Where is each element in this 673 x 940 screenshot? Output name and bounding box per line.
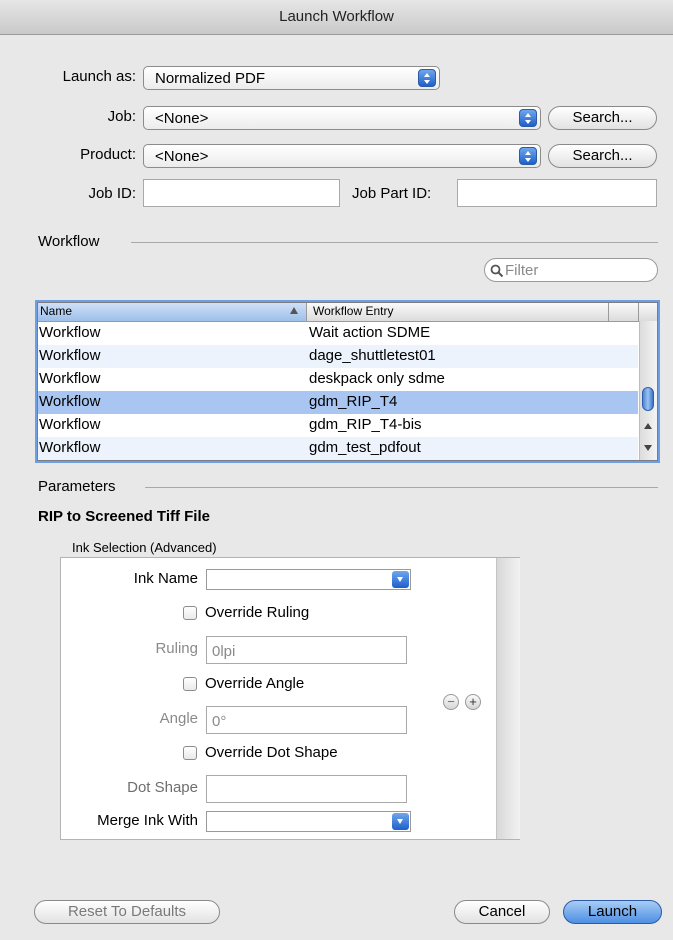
override-dot-shape-checkbox[interactable]: [183, 746, 197, 760]
workflow-table[interactable]: Name Workflow Entry Workflow Wait action…: [37, 302, 658, 461]
column-divider: [608, 303, 609, 321]
filter-search-field[interactable]: Filter: [484, 258, 658, 282]
launch-as-value: Normalized PDF: [155, 70, 266, 87]
popup-arrows-icon: [519, 109, 537, 127]
sort-ascending-icon: [290, 307, 298, 314]
job-label: Job:: [107, 108, 136, 125]
add-ink-button[interactable]: +: [465, 694, 481, 710]
job-part-id-label: Job Part ID:: [352, 185, 432, 202]
product-search-button[interactable]: Search...: [548, 144, 657, 168]
parameters-separator: [145, 487, 658, 488]
job-id-label: Job ID:: [88, 185, 136, 202]
override-dot-shape-label: Override Dot Shape: [205, 744, 338, 761]
column-header-workflow-entry[interactable]: Workflow Entry: [313, 304, 393, 318]
ruling-label: Ruling: [155, 640, 198, 657]
cancel-button[interactable]: Cancel: [454, 900, 550, 924]
table-row[interactable]: Workflow Wait action SDME: [38, 322, 638, 345]
parameters-section-label: Parameters: [38, 478, 116, 495]
ink-name-popup[interactable]: [206, 569, 411, 590]
merge-ink-popup[interactable]: [206, 811, 411, 832]
table-row-selected[interactable]: Workflow gdm_RIP_T4: [38, 391, 638, 414]
table-row[interactable]: Workflow gdm_RIP_T4-bis: [38, 414, 638, 437]
table-header: Name Workflow Entry: [38, 303, 657, 322]
remove-ink-button[interactable]: −: [443, 694, 459, 710]
table-row[interactable]: Workflow gdm_test_pdfout: [38, 437, 638, 460]
dot-shape-field[interactable]: [206, 775, 407, 803]
job-id-field[interactable]: [143, 179, 340, 207]
scroll-up-arrow-icon[interactable]: [644, 423, 652, 429]
window-title: Launch Workflow: [279, 8, 394, 25]
ink-name-label: Ink Name: [133, 570, 198, 587]
job-search-button[interactable]: Search...: [548, 106, 657, 130]
merge-ink-label: Merge Ink With: [97, 812, 198, 829]
launch-button[interactable]: Launch: [563, 900, 662, 924]
angle-label: Angle: [159, 710, 198, 727]
title-bar: Launch Workflow: [0, 0, 673, 35]
table-scrollbar[interactable]: [639, 321, 657, 460]
job-popup[interactable]: <None>: [143, 106, 541, 130]
override-angle-checkbox[interactable]: [183, 677, 197, 691]
chevron-down-icon: [392, 571, 409, 588]
launch-as-label: Launch as:: [62, 68, 136, 85]
popup-arrows-icon: [418, 69, 436, 87]
table-row[interactable]: Workflow deskpack only sdme: [38, 368, 638, 391]
search-icon: [490, 264, 504, 278]
reset-to-defaults-button[interactable]: Reset To Defaults: [34, 900, 220, 924]
ruling-field[interactable]: 0lpi: [206, 636, 407, 664]
ink-panel-scrollbar[interactable]: [496, 558, 520, 839]
scrollbar-thumb[interactable]: [642, 387, 654, 411]
workflow-section-label: Workflow: [38, 233, 100, 250]
chevron-down-icon: [392, 813, 409, 830]
scroll-down-arrow-icon[interactable]: [644, 445, 652, 451]
product-popup[interactable]: <None>: [143, 144, 541, 168]
table-row[interactable]: Workflow dage_shuttletest01: [38, 345, 638, 368]
popup-arrows-icon: [519, 147, 537, 165]
parameters-heading: RIP to Screened Tiff File: [38, 508, 210, 525]
job-value: <None>: [155, 110, 209, 127]
launch-as-popup[interactable]: Normalized PDF: [143, 66, 440, 90]
override-ruling-checkbox[interactable]: [183, 606, 197, 620]
angle-field[interactable]: 0°: [206, 706, 407, 734]
column-header-name[interactable]: Name: [38, 303, 307, 321]
product-value: <None>: [155, 148, 209, 165]
dot-shape-label: Dot Shape: [127, 779, 198, 796]
ink-group-label: Ink Selection (Advanced): [72, 540, 217, 555]
filter-placeholder: Filter: [505, 262, 539, 279]
override-angle-label: Override Angle: [205, 675, 305, 692]
override-ruling-label: Override Ruling: [205, 604, 310, 621]
product-label: Product:: [80, 146, 136, 163]
column-divider: [638, 303, 639, 321]
job-part-id-field[interactable]: [457, 179, 657, 207]
workflow-separator: [131, 242, 658, 243]
